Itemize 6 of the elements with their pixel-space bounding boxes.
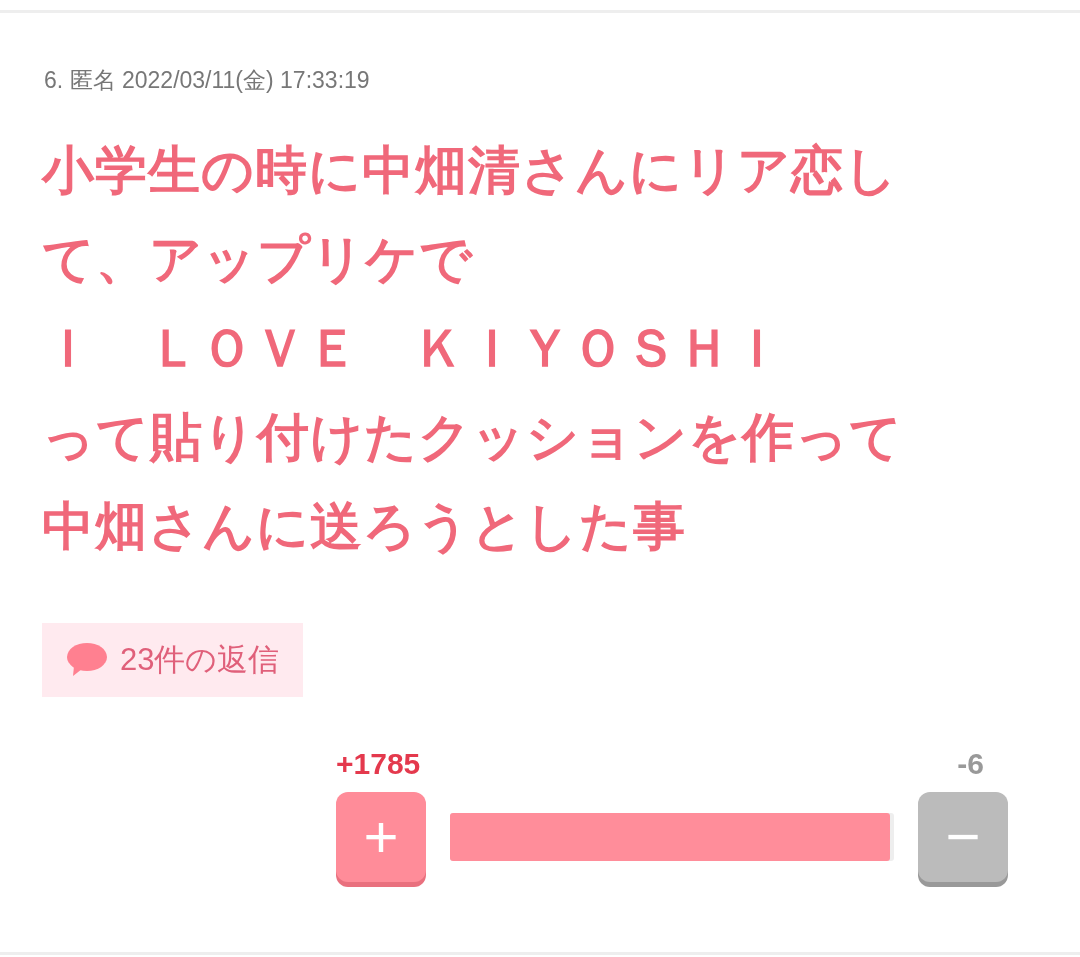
speech-bubble-icon — [66, 641, 108, 678]
plus-count: +1785 — [336, 746, 421, 782]
replies-button[interactable]: 23件の返信 — [42, 622, 304, 697]
comment-text: 小学生の時に中畑清さんにリア恋し て、アップリケで Ｉ ＬＯＶＥ ＫＩＹＯＳＨＩ って貼り付けたクッションを作って 中畑さんに送ろうとした事 — [42, 139, 904, 557]
minus-count: -6 — [957, 746, 984, 782]
post-meta: 6. 匿名 2022/03/11(金) 17:33:19 — [44, 66, 371, 95]
